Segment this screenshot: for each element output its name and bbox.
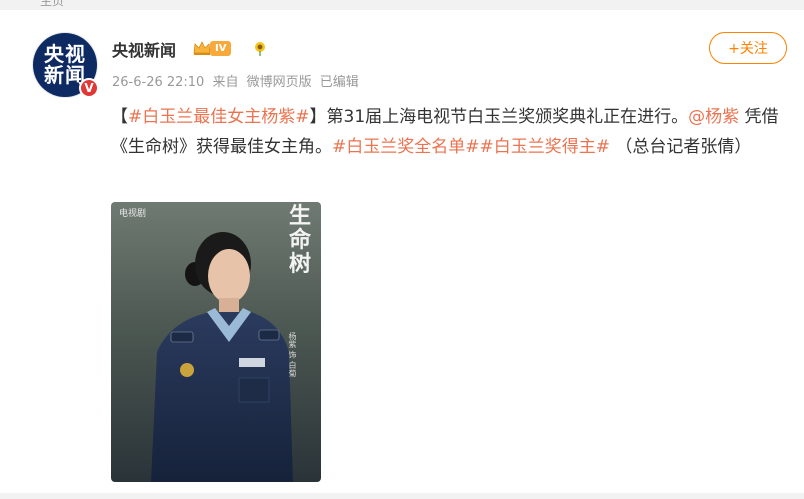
topic-link-2[interactable]: #白玉兰奖全名单# bbox=[332, 137, 480, 157]
crown-icon bbox=[193, 41, 211, 55]
bottom-divider bbox=[0, 493, 804, 499]
top-strip: 主页 bbox=[0, 0, 804, 10]
post-edited: 已编辑 bbox=[319, 75, 359, 90]
poster-logo: 电视剧 bbox=[119, 209, 147, 219]
post-source[interactable]: 微博网页版 bbox=[247, 75, 312, 90]
sunflower-icon bbox=[255, 42, 265, 56]
poster-credit: 杨紫 饰 白菊 bbox=[288, 332, 297, 378]
post-source-prefix: 来自 bbox=[212, 75, 239, 90]
bracket-open: 【 bbox=[111, 107, 128, 127]
avatar-text-line1: 央视 bbox=[44, 42, 86, 66]
post-text-1: 第31届上海电视节白玉兰奖颁奖典礼正在进行。 bbox=[326, 107, 689, 127]
avatar[interactable]: 央视 新闻 V bbox=[33, 33, 100, 100]
user-name[interactable]: 央视新闻 bbox=[112, 37, 176, 61]
follow-button[interactable]: +关注 bbox=[709, 32, 787, 64]
bracket-close: 】 bbox=[309, 107, 327, 127]
topic-link-3[interactable]: #白玉兰奖得主# bbox=[480, 137, 611, 157]
weibo-post-card: 央视 新闻 V 央视新闻 IV 26-6-26 22:10 来自 微博网页版 已… bbox=[0, 10, 804, 499]
post-meta: 26-6-26 22:10 来自 微博网页版 已编辑 bbox=[112, 71, 363, 90]
topic-link-1[interactable]: #白玉兰最佳女主杨紫# bbox=[128, 107, 310, 127]
verified-icon: V bbox=[79, 78, 99, 98]
top-strip-label: 主页 bbox=[40, 0, 65, 8]
post-time[interactable]: 26-6-26 22:10 bbox=[112, 75, 204, 90]
mention-link[interactable]: @杨紫 bbox=[688, 107, 739, 127]
poster-title: 生命树 bbox=[289, 203, 312, 277]
post-text-3: （总台记者张倩） bbox=[610, 137, 752, 157]
post-text: 【#白玉兰最佳女主杨紫#】第31届上海电视节白玉兰奖颁奖典礼正在进行。@杨紫 凭… bbox=[111, 102, 797, 162]
level-badge: IV bbox=[210, 41, 232, 56]
post-image[interactable]: 电视剧 生命树 杨紫 饰 白菊 bbox=[111, 202, 321, 482]
